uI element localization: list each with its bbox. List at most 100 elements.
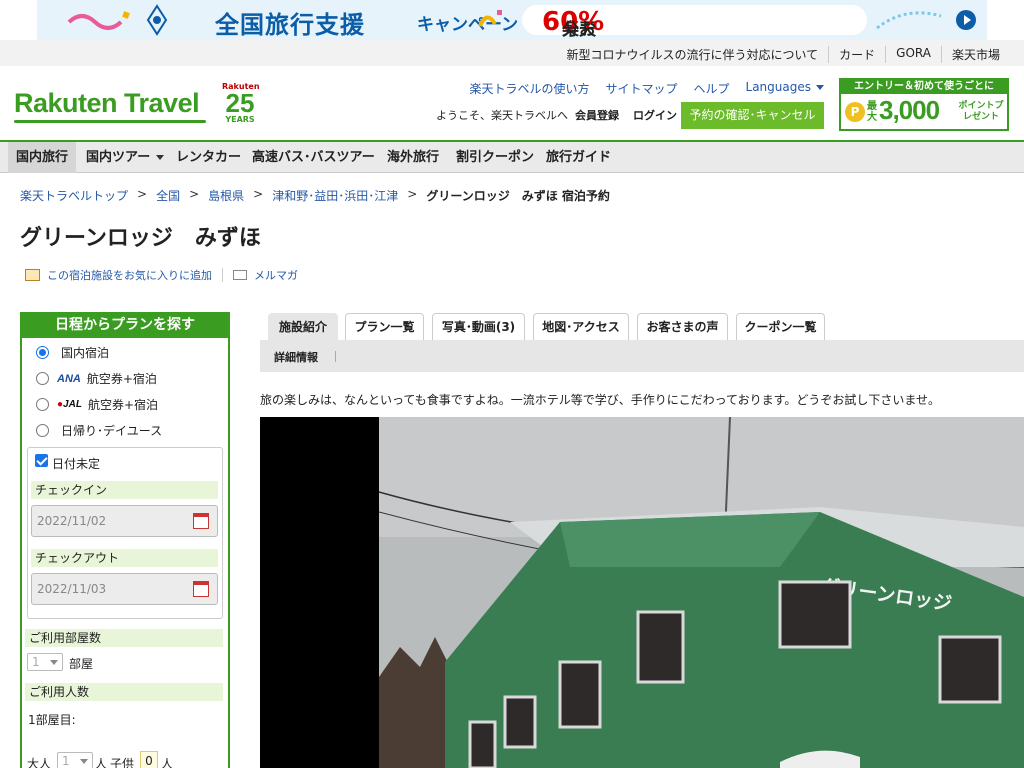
- facility-intro-text: 旅の楽しみは、なんといっても食事ですよね。一流ホテル等で学び、手作りにこだわって…: [260, 393, 941, 407]
- breadcrumb-current: グリーンロッジ みずほ 宿泊予約: [426, 189, 610, 203]
- lodge-photo-image: グリーンロッジ: [378, 417, 1024, 768]
- adult-select[interactable]: 1: [57, 752, 93, 768]
- breadcrumb: 楽天トラベルトップ > 全国 > 島根県 > 津和野･益田･浜田･江津 > グリーンロッ…: [20, 187, 610, 204]
- anniv-number: 25: [225, 88, 255, 118]
- radio-label: 日帰り･デイユース: [61, 424, 163, 438]
- nav-label: 割引クーポン: [456, 150, 535, 165]
- radio-button-checked[interactable]: [36, 346, 49, 359]
- mail-magazine-link[interactable]: メルマガ: [254, 267, 298, 283]
- favorite-folder-icon: [25, 269, 40, 281]
- util-link-card[interactable]: カード: [828, 46, 885, 63]
- radio-dayuse[interactable]: 日帰り･デイユース: [36, 422, 162, 439]
- radio-button[interactable]: [36, 424, 49, 437]
- nav-coupons[interactable]: 割引クーポン: [448, 142, 542, 173]
- radio-domestic[interactable]: 国内宿泊: [36, 344, 109, 361]
- nav-domestic-tour[interactable]: 国内ツアー: [78, 142, 172, 173]
- header-links: 楽天トラベルの使い方 サイトマップ ヘルプ Languages: [469, 80, 824, 97]
- main-nav: 国内旅行 国内ツアー レンタカー 高速バス･バスツアー 海外旅行 割引クーポン …: [0, 140, 1024, 173]
- calendar-icon[interactable]: [193, 581, 209, 597]
- streamer-icon: [876, 11, 942, 30]
- discount-pill: 楽天トラベルなら最大60%分お得!: [522, 5, 867, 40]
- rakuten-travel-logo[interactable]: Rakuten Travel: [14, 88, 200, 119]
- promo-top-text: エントリー＆初めて使うごとに: [841, 80, 1007, 94]
- jal-logo: ●JAL: [57, 399, 82, 410]
- tab-coupons[interactable]: クーポン一覧: [736, 313, 825, 340]
- tab-facility-intro[interactable]: 施設紹介: [268, 313, 338, 340]
- nav-label: 国内旅行: [16, 150, 69, 165]
- radio-ana[interactable]: ANA 航空券+宿泊: [36, 370, 157, 387]
- page-title: グリーンロッジ みずほ: [20, 226, 261, 251]
- rooms-select[interactable]: 1: [27, 653, 63, 671]
- search-panel-heading: 日程からプランを探す: [20, 312, 230, 338]
- checkin-value: 2022/11/02: [37, 514, 107, 528]
- header-link-howto[interactable]: 楽天トラベルの使い方: [469, 80, 589, 97]
- nav-travel-guide[interactable]: 旅行ガイド: [538, 142, 619, 173]
- nav-label: レンタカー: [176, 150, 242, 165]
- child-label: 子供: [110, 757, 135, 768]
- reservation-check-button[interactable]: 予約の確認･キャンセル: [681, 102, 824, 129]
- tab-photos-videos[interactable]: 写真･動画(3): [432, 313, 525, 340]
- breadcrumb-top[interactable]: 楽天トラベルトップ: [20, 187, 128, 204]
- calendar-icon[interactable]: [193, 513, 209, 529]
- points-promo-banner[interactable]: エントリー＆初めて使うごとに P 最大 3,000 ポイントプレゼント: [839, 78, 1009, 131]
- tab-reviews[interactable]: お客さまの声: [637, 313, 728, 340]
- login-link[interactable]: ログイン: [633, 107, 677, 123]
- util-link-ichiba[interactable]: 楽天市場: [940, 46, 1010, 63]
- nav-label: 海外旅行: [387, 150, 440, 165]
- breadcrumb-prefecture[interactable]: 島根県: [208, 187, 244, 204]
- checkout-input[interactable]: 2022/11/03: [31, 573, 218, 605]
- radio-label: 航空券+宿泊: [86, 372, 157, 386]
- rooms-label: ご利用部屋数: [25, 629, 223, 647]
- nav-rental-car[interactable]: レンタカー: [168, 142, 249, 173]
- breadcrumb-separator: >: [253, 187, 264, 201]
- nav-domestic-travel[interactable]: 国内旅行: [8, 142, 77, 173]
- child-unit: 人: [161, 757, 174, 768]
- anniv-years: YEARS: [225, 115, 255, 124]
- adult-unit: 人: [95, 757, 108, 768]
- header-link-help[interactable]: ヘルプ: [694, 80, 730, 97]
- util-link-covid[interactable]: 新型コロナウイルスの流行に伴う対応について: [557, 46, 829, 63]
- header-link-sitemap[interactable]: サイトマップ: [605, 80, 677, 97]
- facility-photo[interactable]: グリーンロッジ: [260, 417, 1024, 768]
- confetti-icon: [478, 10, 502, 27]
- divider: [222, 268, 223, 282]
- rooms-unit: 部屋: [69, 657, 94, 671]
- banner-play-icon[interactable]: [956, 10, 976, 30]
- checkin-input[interactable]: 2022/11/02: [31, 505, 218, 537]
- promo-amount: 3,000: [879, 95, 940, 125]
- nav-label: 国内ツアー: [86, 150, 151, 165]
- breadcrumb-area[interactable]: 津和野･益田･浜田･江津: [272, 187, 398, 204]
- util-link-gora[interactable]: GORA: [885, 46, 941, 63]
- radio-button[interactable]: [36, 372, 49, 385]
- subtab-details[interactable]: 詳細情報: [274, 349, 318, 365]
- date-undecided-checkbox[interactable]: [35, 454, 48, 467]
- ribbon-decoration-icon: [67, 11, 130, 30]
- ana-logo: ANA: [57, 372, 81, 385]
- jal-logo-text: JAL: [63, 399, 82, 410]
- child-count-input[interactable]: 0: [140, 751, 158, 768]
- divider: [335, 351, 336, 362]
- campaign-banner[interactable]: 全国旅行支援 キャンペーン 楽天トラベルなら最大60%分お得!: [37, 0, 987, 40]
- mail-icon: [233, 270, 247, 280]
- logo-underline: [14, 120, 206, 123]
- sub-tab-bar: 詳細情報: [260, 340, 1024, 372]
- guests-label: ご利用人数: [25, 683, 223, 701]
- radio-button[interactable]: [36, 398, 49, 411]
- radio-jal[interactable]: ●JAL 航空券+宿泊: [36, 396, 158, 413]
- add-favorite-link[interactable]: この宿泊施設をお気に入りに追加: [47, 267, 212, 283]
- nav-overseas[interactable]: 海外旅行: [379, 142, 447, 173]
- anniversary-badge: Rakuten 25 YEARS: [222, 82, 260, 128]
- checkin-label: チェックイン: [31, 481, 218, 499]
- banner-title: 全国旅行支援: [215, 11, 365, 39]
- member-register-link[interactable]: 会員登録: [575, 107, 619, 123]
- tab-map-access[interactable]: 地図･アクセス: [533, 313, 629, 340]
- languages-dropdown[interactable]: Languages: [746, 80, 824, 97]
- chevron-down-icon: [156, 155, 165, 160]
- nav-highway-bus[interactable]: 高速バス･バスツアー: [244, 142, 383, 173]
- breadcrumb-separator: >: [137, 187, 148, 201]
- nav-label: 高速バス･バスツアー: [252, 150, 375, 165]
- crane-icon: [146, 4, 168, 36]
- breadcrumb-national[interactable]: 全国: [156, 187, 180, 204]
- promo-point-text: ポイントプレゼント: [958, 101, 1004, 122]
- tab-plan-list[interactable]: プラン一覧: [345, 313, 424, 340]
